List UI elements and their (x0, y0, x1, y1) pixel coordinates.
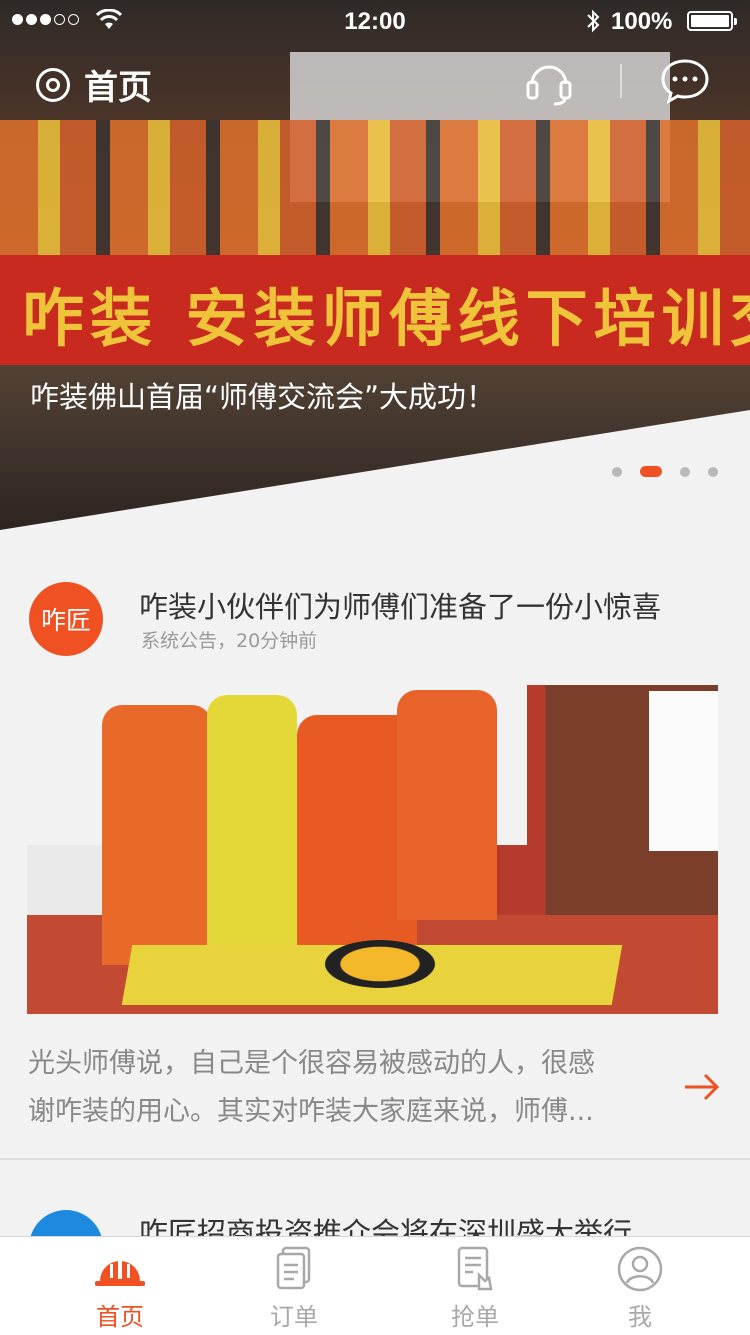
banner-caption: 咋装佛山首届“师傅交流会”大成功！ (30, 380, 496, 414)
photo-cake (325, 940, 435, 988)
headset-icon[interactable] (524, 58, 574, 106)
arrow-right-icon[interactable] (683, 1071, 721, 1103)
tab-orders[interactable]: 订单 (234, 1237, 354, 1335)
tab-me[interactable]: 我 (580, 1237, 700, 1335)
post-title[interactable]: 咋装小伙伴们为师傅们准备了一份小惊喜 (139, 584, 661, 626)
tab-home[interactable]: 首页 (60, 1237, 180, 1335)
photo-person (207, 695, 297, 945)
post-excerpt-line: 光头师傅说，自己是个很容易被感动的人，很感 (28, 1048, 595, 1079)
battery-percent: 100% (611, 8, 673, 35)
card-divider (0, 1158, 750, 1160)
tab-label: 订单 (270, 1303, 318, 1331)
pagination-dot[interactable] (612, 466, 622, 477)
status-bar: 12:00 100% (0, 0, 750, 42)
pagination-dot[interactable] (680, 466, 690, 477)
post-avatar[interactable]: 咋匠 (29, 582, 103, 656)
location-target-icon (36, 67, 70, 102)
pagination-dot-active[interactable] (640, 466, 662, 477)
document-stack-icon (276, 1246, 311, 1290)
bluetooth-icon (587, 9, 600, 33)
tab-label: 我 (628, 1303, 652, 1331)
battery-icon (687, 11, 737, 31)
document-tap-icon (457, 1246, 493, 1291)
user-icon (617, 1246, 663, 1292)
pagination-dot[interactable] (708, 466, 718, 477)
tab-bar: 首页 订单 抢单 我 (0, 1236, 750, 1335)
post-excerpt-line: 谢咋装的用心。其实对咋装大家庭来说，师傅... (28, 1096, 594, 1127)
helmet-icon (95, 1259, 145, 1286)
post-meta: 系统公告，20分钟前 (141, 630, 318, 652)
photo-whiteboard (649, 691, 718, 851)
nav-divider (620, 64, 622, 98)
photo-person (102, 705, 212, 965)
tab-grab-order[interactable]: 抢单 (415, 1237, 535, 1335)
chat-icon[interactable] (660, 58, 710, 104)
tab-label: 抢单 (451, 1303, 499, 1331)
post-excerpt: 光头师傅说，自己是个很容易被感动的人，很感 谢咋装的用心。其实对咋装大家庭来说，… (28, 1040, 648, 1136)
nav-home-title[interactable]: 首页 (36, 60, 152, 109)
banner-pagination (612, 466, 736, 477)
photo-person (397, 690, 497, 920)
post-photo[interactable] (27, 685, 718, 1014)
nav-title: 首页 (84, 68, 152, 108)
tab-label: 首页 (96, 1303, 144, 1331)
